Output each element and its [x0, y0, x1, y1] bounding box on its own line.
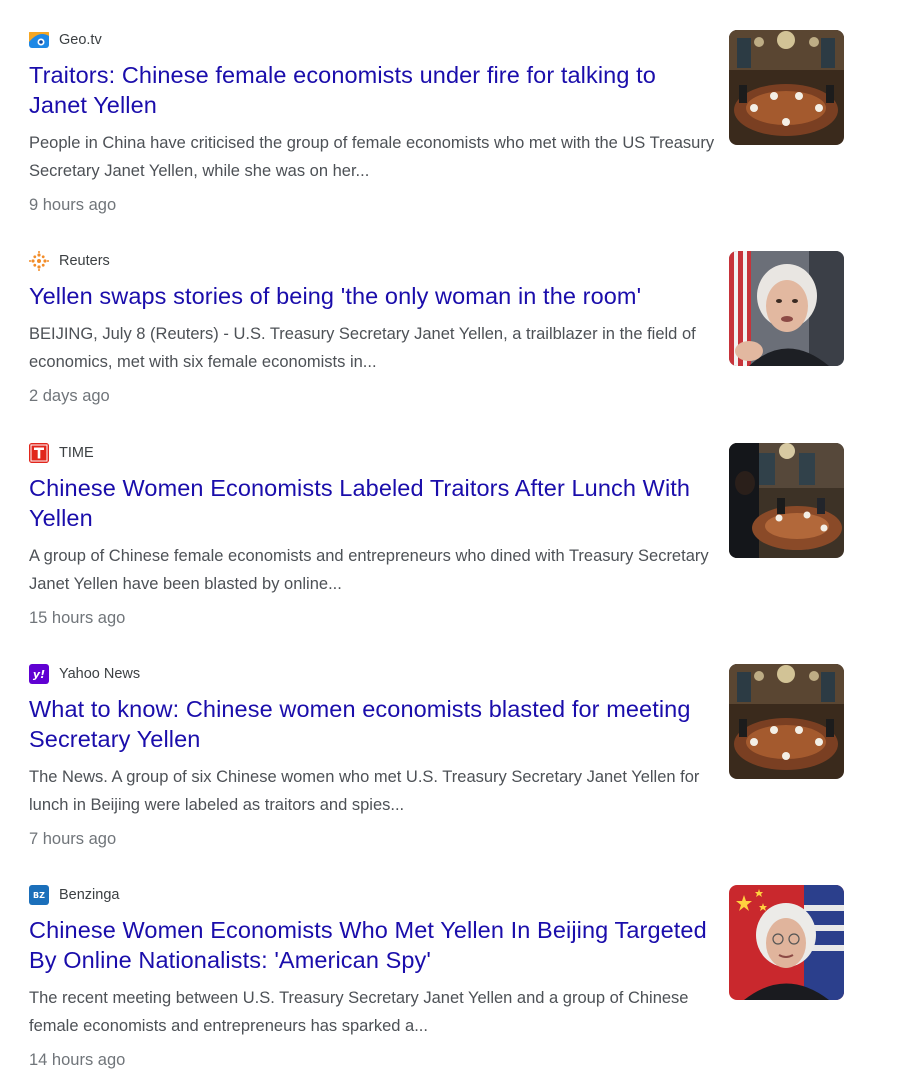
timestamp: 9 hours ago — [29, 196, 117, 214]
yahoo-logo-text: y! — [32, 667, 46, 681]
snippet: People in China have criticised the grou… — [29, 134, 715, 180]
yellen-with-flags-photo[interactable] — [729, 885, 844, 1000]
timestamp: 15 hours ago — [29, 609, 126, 627]
snippet: A group of Chinese female economists and… — [29, 547, 709, 593]
headline-link[interactable]: Chinese Women Economists Who Met Yellen … — [29, 915, 719, 975]
source-row[interactable]: y! Yahoo News — [29, 664, 140, 684]
banquet-dining-room-photo[interactable] — [729, 664, 844, 779]
source-name: Reuters — [59, 253, 110, 269]
source-name: Geo.tv — [59, 32, 102, 48]
yahoo-logo-icon: y! — [29, 664, 49, 684]
timestamp: 14 hours ago — [29, 1051, 126, 1069]
source-row[interactable]: TIME — [29, 443, 94, 463]
headline-link[interactable]: Chinese Women Economists Labeled Traitor… — [29, 473, 719, 533]
headline-link[interactable]: Yellen swaps stories of being 'the only … — [29, 281, 719, 311]
snippet: The recent meeting between U.S. Treasury… — [29, 989, 689, 1035]
source-name: Benzinga — [59, 887, 120, 903]
banquet-dining-room-photo[interactable] — [729, 30, 844, 145]
benzinga-logo-text: BZ — [33, 890, 45, 900]
reuters-logo-icon — [29, 251, 49, 271]
timestamp: 7 hours ago — [29, 830, 117, 848]
snippet: The News. A group of six Chinese women w… — [29, 768, 700, 814]
headline-link[interactable]: Traitors: Chinese female economists unde… — [29, 60, 719, 120]
time-logo-icon — [29, 443, 49, 463]
headline-link[interactable]: What to know: Chinese women economists b… — [29, 694, 719, 754]
source-row[interactable]: BZ Benzinga — [29, 885, 119, 905]
source-name: TIME — [59, 445, 94, 461]
snippet: BEIJING, July 8 (Reuters) - U.S. Treasur… — [29, 325, 696, 371]
lunch-meeting-photo[interactable] — [729, 443, 844, 558]
janet-yellen-portrait-photo[interactable] — [729, 251, 844, 366]
source-row[interactable]: Geo.tv — [29, 30, 102, 50]
timestamp: 2 days ago — [29, 387, 110, 405]
benzinga-logo-icon: BZ — [29, 885, 49, 905]
source-row[interactable]: Reuters — [29, 251, 110, 271]
geo-tv-logo-icon — [29, 30, 49, 50]
source-name: Yahoo News — [59, 666, 141, 682]
